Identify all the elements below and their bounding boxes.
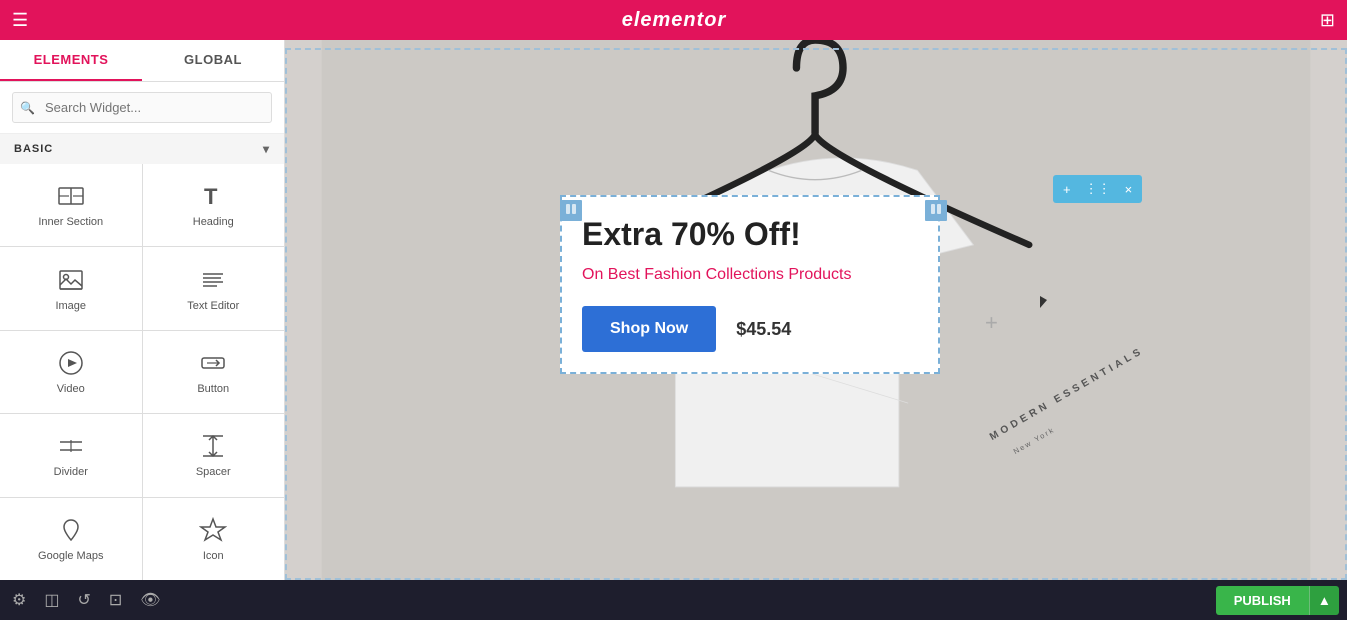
section-label-basic[interactable]: BASIC ▾ [0, 134, 284, 164]
sidebar-tabs: ELEMENTS GLOBAL [0, 40, 284, 82]
content-actions: Shop Now $45.54 [582, 306, 918, 352]
widget-button-label: Button [197, 383, 229, 395]
widget-image-label: Image [55, 300, 86, 312]
responsive-icon[interactable]: ⊡ [105, 586, 126, 614]
canvas-background: MODERN ESSENTIALS New York + ⋮⋮ × + [285, 40, 1347, 580]
widget-inner-section-label: Inner Section [38, 216, 103, 228]
publish-button[interactable]: PUBLISH [1216, 586, 1309, 615]
image-icon [57, 266, 85, 294]
section-label-text: BASIC [14, 143, 53, 155]
widget-video[interactable]: Video [0, 331, 142, 413]
button-icon [199, 349, 227, 377]
col-handle-right[interactable] [925, 200, 947, 221]
col-handle-left[interactable] [560, 200, 582, 221]
widget-icon[interactable]: Icon [143, 498, 285, 580]
widget-button[interactable]: Button [143, 331, 285, 413]
sidebar: ELEMENTS GLOBAL BASIC ▾ In [0, 40, 285, 580]
widget-google-maps-label: Google Maps [38, 550, 103, 562]
layers-icon[interactable]: ◫ [40, 586, 63, 614]
search-bar [0, 82, 284, 134]
spacer-icon [199, 432, 227, 460]
widget-text-editor-label: Text Editor [187, 300, 239, 312]
settings-icon[interactable]: ⚙ [8, 586, 30, 614]
widget-divider-label: Divider [54, 466, 88, 478]
widget-text-editor[interactable]: Text Editor [143, 247, 285, 329]
widget-heading-label: Heading [193, 216, 234, 228]
svg-text:T: T [204, 184, 218, 209]
widgets-grid: Inner Section T Heading Image [0, 164, 284, 580]
widget-spacer[interactable]: Spacer [143, 414, 285, 496]
top-bar: ☰ elementor ⊞ [0, 0, 1347, 40]
hamburger-icon[interactable]: ☰ [12, 10, 28, 31]
floating-toolbar: + ⋮⋮ × [1053, 175, 1142, 203]
bottom-bar: ⚙ ◫ ↺ ⊡ 👁 PUBLISH ▲ [0, 580, 1347, 620]
inner-content-box: Extra 70% Off! On Best Fashion Collectio… [560, 195, 940, 374]
widget-image[interactable]: Image [0, 247, 142, 329]
widget-divider[interactable]: Divider [0, 414, 142, 496]
preview-icon[interactable]: 👁 [136, 586, 164, 614]
shop-now-button[interactable]: Shop Now [582, 306, 716, 352]
toolbar-add-icon[interactable]: + [1059, 180, 1075, 199]
icon-widget-icon [199, 516, 227, 544]
video-icon [57, 349, 85, 377]
toolbar-close-icon[interactable]: × [1121, 180, 1137, 199]
text-editor-icon [199, 266, 227, 294]
heading-icon: T [199, 182, 227, 210]
widget-spacer-label: Spacer [196, 466, 231, 478]
add-column-icon[interactable]: + [985, 310, 998, 336]
tab-elements[interactable]: ELEMENTS [0, 40, 142, 81]
widget-video-label: Video [57, 383, 85, 395]
widget-inner-section[interactable]: Inner Section [0, 164, 142, 246]
publish-arrow-button[interactable]: ▲ [1309, 586, 1339, 615]
publish-btn-group: PUBLISH ▲ [1216, 586, 1339, 615]
toolbar-move-icon[interactable]: ⋮⋮ [1081, 179, 1115, 199]
main-content: ELEMENTS GLOBAL BASIC ▾ In [0, 40, 1347, 580]
chevron-down-icon: ▾ [263, 142, 270, 156]
elementor-logo: elementor [622, 9, 727, 32]
search-input[interactable] [12, 92, 272, 123]
tab-global[interactable]: GLOBAL [142, 40, 284, 81]
content-subtext: On Best Fashion Collections Products [582, 266, 918, 284]
content-heading: Extra 70% Off! [582, 217, 918, 252]
price-display: $45.54 [736, 319, 791, 340]
inner-section-icon [57, 182, 85, 210]
google-maps-icon [57, 516, 85, 544]
history-icon[interactable]: ↺ [73, 586, 94, 614]
divider-icon [57, 432, 85, 460]
canvas-area[interactable]: MODERN ESSENTIALS New York + ⋮⋮ × + [285, 40, 1347, 580]
widget-heading[interactable]: T Heading [143, 164, 285, 246]
widget-google-maps[interactable]: Google Maps [0, 498, 142, 580]
widget-icon-label: Icon [203, 550, 224, 562]
grid-icon[interactable]: ⊞ [1320, 10, 1335, 31]
